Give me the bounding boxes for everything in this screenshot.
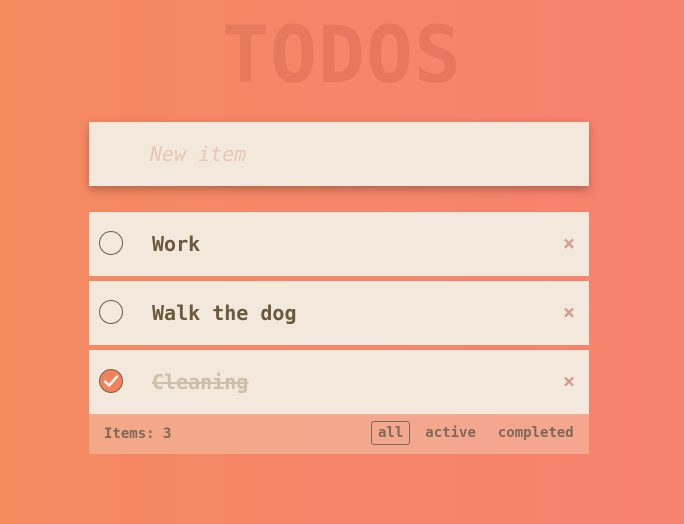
close-icon[interactable]: × <box>561 371 577 391</box>
todo-label: Cleaning <box>152 370 249 394</box>
close-icon[interactable]: × <box>561 233 577 253</box>
filter-all-button[interactable]: all <box>371 421 411 445</box>
todo-footer: Items: 3 all active completed <box>89 414 589 454</box>
checkmark-glyph <box>103 375 119 387</box>
circle-icon[interactable] <box>99 231 123 255</box>
new-item-input[interactable] <box>89 122 589 186</box>
new-item-card <box>89 122 589 186</box>
page-title: TODOS <box>222 11 462 101</box>
todo-item: Work × <box>89 212 589 276</box>
filter-completed-button[interactable]: completed <box>491 421 581 445</box>
filter-group: all active completed <box>371 421 583 445</box>
close-icon[interactable]: × <box>561 302 577 322</box>
todo-app: TODOS Work × Walk the dog × Cleaning × I… <box>0 0 684 524</box>
filter-active-button[interactable]: active <box>418 421 483 445</box>
checkmark-icon[interactable] <box>99 369 123 393</box>
todo-item: Walk the dog × <box>89 281 589 345</box>
todo-item-completed: Cleaning × <box>89 350 589 414</box>
todo-label: Work <box>152 232 201 256</box>
todo-label: Walk the dog <box>152 301 297 325</box>
circle-icon[interactable] <box>99 300 123 324</box>
items-count: Items: 3 <box>104 426 172 442</box>
